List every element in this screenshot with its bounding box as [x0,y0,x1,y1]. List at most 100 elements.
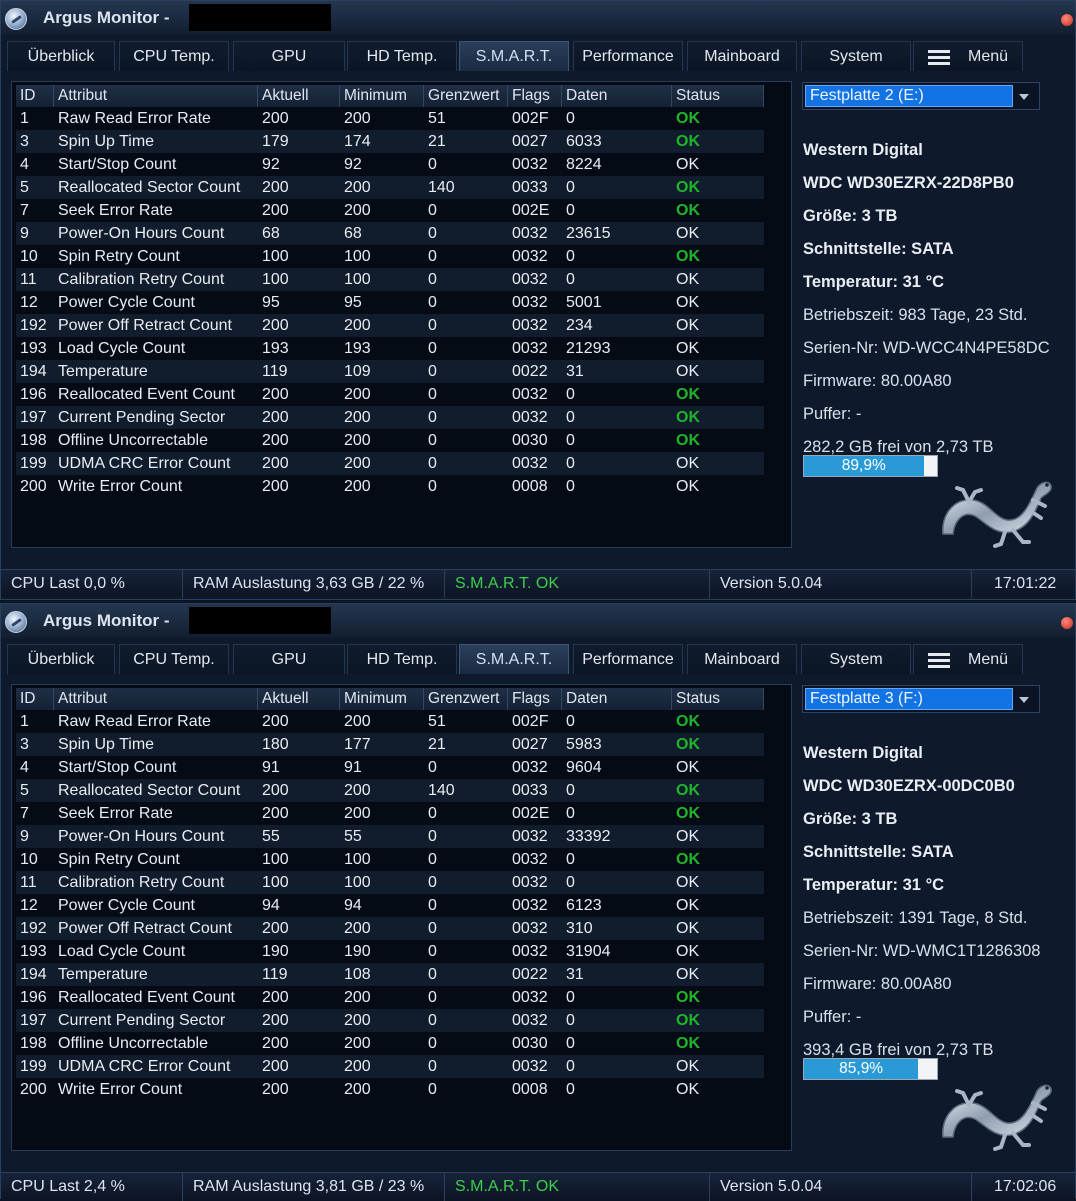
table-row[interactable]: 4 Start/Stop Count 91 91 0 0032 9604 OK [16,756,764,779]
table-row[interactable]: 3 Spin Up Time 180 177 21 0027 5983 OK [16,733,764,756]
cell-status: OK [676,363,700,380]
table-row[interactable]: 196 Reallocated Event Count 200 200 0 0032 0 OK [16,383,764,406]
column-header-flags[interactable]: Flags [508,688,562,710]
table-row[interactable]: 10 Spin Retry Count 100 100 0 0032 0 OK [16,848,764,871]
cell-status: OK [676,409,700,426]
tab-overview[interactable]: Überblick [7,41,115,71]
column-header-data[interactable]: Daten [562,85,672,107]
column-header-threshold[interactable]: Grenzwert [424,85,508,107]
tab-cpu-temp[interactable]: CPU Temp. [119,644,229,674]
table-row[interactable]: 3 Spin Up Time 179 174 21 0027 6033 OK [16,130,764,153]
cell-status: OK [676,110,700,127]
column-header-current[interactable]: Aktuell [258,688,340,710]
cell-attribute: Spin Up Time [58,133,155,150]
tab-cpu-temp[interactable]: CPU Temp. [119,41,229,71]
tab-system[interactable]: System [801,644,911,674]
tab-gpu[interactable]: GPU [233,41,345,71]
cell-minimum: 200 [344,713,371,730]
tab-performance[interactable]: Performance [573,644,683,674]
table-row[interactable]: 5 Reallocated Sector Count 200 200 140 0033 0 O… [16,176,764,199]
table-row[interactable]: 199 UDMA CRC Error Count 200 200 0 0032 0 OK [16,452,764,475]
table-row[interactable]: 5 Reallocated Sector Count 200 200 140 0033 0 O… [16,779,764,802]
table-row[interactable]: 196 Reallocated Event Count 200 200 0 0032 0 OK [16,986,764,1009]
tab-overview[interactable]: Überblick [7,644,115,674]
column-header-status[interactable]: Status [672,688,764,710]
table-row[interactable]: 7 Seek Error Rate 200 200 0 002E 0 OK [16,199,764,222]
tab-mainboard[interactable]: Mainboard [687,41,797,71]
table-row[interactable]: 7 Seek Error Rate 200 200 0 002E 0 OK [16,802,764,825]
uptime-label: Betriebszeit: 1391 Tage, 8 Std. [803,909,1028,927]
cell-flags: 0032 [512,455,548,472]
drive-select-dropdown[interactable]: Festplatte 3 (F:) [802,685,1040,713]
cell-current: 92 [262,156,280,173]
table-row[interactable]: 194 Temperature 119 108 0 0022 31 OK [16,963,764,986]
tab-label: CPU Temp. [133,47,215,65]
table-row[interactable]: 199 UDMA CRC Error Count 200 200 0 0032 0 OK [16,1055,764,1078]
redacted-title-area [189,607,331,634]
column-header-minimum[interactable]: Minimum [340,688,424,710]
column-header-id[interactable]: ID [16,85,54,107]
table-row[interactable]: 12 Power Cycle Count 95 95 0 0032 5001 OK [16,291,764,314]
table-row[interactable]: 11 Calibration Retry Count 100 100 0 0032 0 OK [16,871,764,894]
column-header-threshold[interactable]: Grenzwert [424,688,508,710]
cell-threshold: 51 [428,713,446,730]
column-header-current[interactable]: Aktuell [258,85,340,107]
tab-smart[interactable]: S.M.A.R.T. [459,644,569,674]
table-row[interactable]: 192 Power Off Retract Count 200 200 0 0032 234… [16,314,764,337]
column-header-minimum[interactable]: Minimum [340,85,424,107]
cell-status: OK [676,874,700,891]
table-row[interactable]: 4 Start/Stop Count 92 92 0 0032 8224 OK [16,153,764,176]
table-row[interactable]: 200 Write Error Count 200 200 0 0008 0 OK [16,1078,764,1101]
column-header-flags[interactable]: Flags [508,85,562,107]
tab-label: S.M.A.R.T. [475,47,553,65]
tab-hd-temp[interactable]: HD Temp. [347,644,457,674]
tab-gpu[interactable]: GPU [233,644,345,674]
table-row[interactable]: 198 Offline Uncorrectable 200 200 0 0030 0 OK [16,429,764,452]
tab-menu[interactable]: Menü [913,41,1023,71]
cell-status: OK [676,1035,700,1052]
tab-hd-temp[interactable]: HD Temp. [347,41,457,71]
table-row[interactable]: 193 Load Cycle Count 193 193 0 0032 21293 OK [16,337,764,360]
tab-performance[interactable]: Performance [573,41,683,71]
table-body: 1 Raw Read Error Rate 200 200 51 002F 0 OK 3 Spin… [16,107,764,498]
chevron-down-icon [1019,697,1029,703]
table-row[interactable]: 12 Power Cycle Count 94 94 0 0032 6123 OK [16,894,764,917]
table-row[interactable]: 198 Offline Uncorrectable 200 200 0 0030 0 OK [16,1032,764,1055]
column-header-status[interactable]: Status [672,85,764,107]
table-row[interactable]: 197 Current Pending Sector 200 200 0 0032 0 OK [16,1009,764,1032]
tab-smart[interactable]: S.M.A.R.T. [459,41,569,71]
column-header-attribute[interactable]: Attribut [54,688,258,710]
cell-minimum: 200 [344,202,371,219]
table-row[interactable]: 200 Write Error Count 200 200 0 0008 0 OK [16,475,764,498]
table-row[interactable]: 1 Raw Read Error Rate 200 200 51 002F 0 OK [16,710,764,733]
close-icon[interactable] [1061,617,1073,629]
table-row[interactable]: 11 Calibration Retry Count 100 100 0 0032 0 OK [16,268,764,291]
status-bar: CPU Last 0,0 % RAM Auslastung 3,63 GB / 2… [1,569,1075,598]
tab-menu[interactable]: Menü [913,644,1023,674]
temperature-label: Temperatur: 31 °C [803,876,945,894]
table-row[interactable]: 9 Power-On Hours Count 55 55 0 0032 33392 OK [16,825,764,848]
cell-attribute: Power Cycle Count [58,897,195,914]
table-row[interactable]: 1 Raw Read Error Rate 200 200 51 002F 0 OK [16,107,764,130]
table-body: 1 Raw Read Error Rate 200 200 51 002F 0 OK 3 Spin… [16,710,764,1101]
table-row[interactable]: 9 Power-On Hours Count 68 68 0 0032 23615 OK [16,222,764,245]
cell-current: 200 [262,1081,289,1098]
table-row[interactable]: 192 Power Off Retract Count 200 200 0 0032 310… [16,917,764,940]
column-header-id[interactable]: ID [16,688,54,710]
table-row[interactable]: 197 Current Pending Sector 200 200 0 0032 0 OK [16,406,764,429]
table-row[interactable]: 193 Load Cycle Count 190 190 0 0032 31904 OK [16,940,764,963]
column-header-attribute[interactable]: Attribut [54,85,258,107]
tab-system[interactable]: System [801,41,911,71]
column-header-data[interactable]: Daten [562,688,672,710]
table-row[interactable]: 194 Temperature 119 109 0 0022 31 OK [16,360,764,383]
size-label: Größe: 3 TB [803,207,898,225]
title-bar: Argus Monitor - [1,604,1075,638]
tab-mainboard[interactable]: Mainboard [687,644,797,674]
cell-current: 200 [262,432,289,449]
close-icon[interactable] [1061,14,1073,26]
cell-threshold: 0 [428,805,437,822]
cell-flags: 0032 [512,248,548,265]
cell-threshold: 0 [428,225,437,242]
drive-select-dropdown[interactable]: Festplatte 2 (E:) [802,82,1040,110]
table-row[interactable]: 10 Spin Retry Count 100 100 0 0032 0 OK [16,245,764,268]
